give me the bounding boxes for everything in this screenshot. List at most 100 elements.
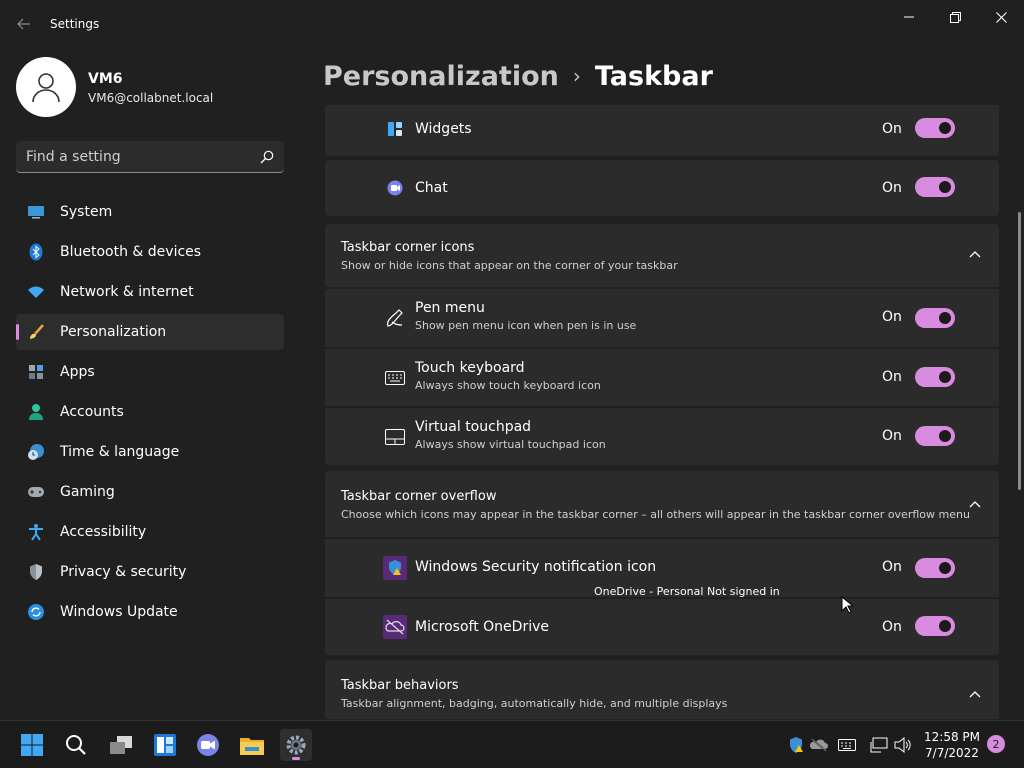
avatar[interactable]	[16, 57, 76, 117]
notification-badge[interactable]: 2	[987, 735, 1005, 753]
brush-icon	[26, 322, 46, 342]
touchpad-icon	[383, 425, 407, 449]
app-title: Settings	[50, 17, 100, 31]
corner-overflow-desc: Choose which icons may appear in the tas…	[341, 508, 970, 521]
search-input[interactable]	[16, 148, 246, 165]
virtual-touchpad-label: Virtual touchpad	[415, 419, 532, 435]
sidebar-item-accessibility[interactable]: Accessibility	[16, 514, 284, 550]
sidebar-item-label: Personalization	[60, 324, 167, 340]
sidebar-item-network[interactable]: Network & internet	[16, 274, 284, 310]
monitor-icon	[26, 202, 46, 222]
update-icon	[26, 602, 46, 622]
sidebar-nav: System Bluetooth & devices Network & int…	[16, 194, 284, 634]
sidebar-item-gaming[interactable]: Gaming	[16, 474, 284, 510]
onedrive-label: Microsoft OneDrive	[415, 619, 549, 635]
sidebar-item-system[interactable]: System	[16, 194, 284, 230]
start-button[interactable]	[16, 729, 48, 761]
user-name: VM6	[88, 71, 123, 87]
settings-app-button[interactable]	[280, 729, 312, 761]
chat-label: Chat	[415, 180, 448, 196]
search-icon[interactable]	[260, 149, 274, 168]
person-icon	[26, 402, 46, 422]
search-box[interactable]	[16, 141, 284, 173]
taskbar-search-button[interactable]	[60, 729, 92, 761]
widgets-label: Widgets	[415, 121, 472, 137]
sidebar-item-label: Network & internet	[60, 284, 194, 300]
corner-icons-desc: Show or hide icons that appear on the co…	[341, 259, 678, 272]
onedrive-toggle[interactable]	[915, 616, 955, 636]
setting-row-chat: Chat On	[325, 160, 999, 216]
touch-keyboard-tray-icon[interactable]	[837, 735, 857, 755]
chevron-up-icon[interactable]	[965, 494, 985, 514]
page-title: Taskbar	[594, 60, 713, 92]
widgets-icon	[383, 117, 407, 141]
virtual-touchpad-toggle[interactable]	[915, 426, 955, 446]
chat-toggle[interactable]	[915, 177, 955, 197]
close-button[interactable]	[978, 4, 1024, 30]
sidebar-item-personalization[interactable]: Personalization	[16, 314, 284, 350]
restore-icon	[949, 11, 961, 23]
sidebar-item-time-language[interactable]: Time & language	[16, 434, 284, 470]
windows-security-label: Windows Security notification icon	[415, 559, 657, 575]
sidebar-item-label: Privacy & security	[60, 564, 187, 580]
folder-icon	[240, 738, 264, 755]
onedrive-icon	[383, 615, 407, 639]
sidebar-item-label: System	[60, 204, 113, 220]
search-icon	[66, 735, 86, 755]
taskbar-clock[interactable]: 12:58 PM 7/7/2022	[922, 729, 982, 761]
gear-icon	[286, 735, 306, 755]
corner-icons-header[interactable]: Taskbar corner icons Show or hide icons …	[325, 224, 999, 287]
user-avatar-icon	[32, 73, 60, 103]
onedrive-tray-icon[interactable]	[809, 735, 829, 755]
touch-keyboard-toggle[interactable]	[915, 367, 955, 387]
breadcrumb-separator: ›	[572, 64, 581, 88]
sidebar-item-bluetooth[interactable]: Bluetooth & devices	[16, 234, 284, 270]
sidebar-item-windows-update[interactable]: Windows Update	[16, 594, 284, 630]
sidebar-item-accounts[interactable]: Accounts	[16, 394, 284, 430]
network-tray-icon[interactable]	[869, 735, 889, 755]
corner-overflow-header[interactable]: Taskbar corner overflow Choose which ico…	[325, 471, 999, 537]
volume-icon[interactable]	[893, 735, 913, 755]
chevron-up-icon[interactable]	[965, 684, 985, 704]
gamepad-icon	[26, 482, 46, 502]
corner-overflow-title: Taskbar corner overflow	[341, 489, 497, 504]
scrollbar[interactable]	[1018, 212, 1021, 490]
pen-icon	[383, 306, 407, 330]
widgets-button[interactable]	[149, 729, 181, 761]
minimize-button[interactable]	[886, 4, 932, 30]
bluetooth-icon	[26, 242, 46, 262]
sidebar-item-label: Bluetooth & devices	[60, 244, 202, 260]
title-bar: Settings	[0, 0, 1024, 48]
accessibility-icon	[26, 522, 46, 542]
sidebar-item-label: Gaming	[60, 484, 115, 500]
apps-icon	[26, 362, 46, 382]
chat-state: On	[882, 180, 902, 196]
onedrive-state: On	[882, 619, 902, 635]
clock-time: 12:58 PM	[924, 730, 980, 744]
sidebar-item-label: Accounts	[60, 404, 124, 420]
mouse-cursor-icon	[841, 595, 855, 618]
windows-security-toggle[interactable]	[915, 558, 955, 578]
chat-button[interactable]	[192, 729, 224, 761]
back-button[interactable]	[12, 12, 36, 36]
sidebar-item-label: Time & language	[60, 444, 180, 460]
windows-security-icon	[383, 556, 407, 580]
sidebar-item-privacy[interactable]: Privacy & security	[16, 554, 284, 590]
close-icon	[995, 11, 1007, 23]
widgets-toggle[interactable]	[915, 118, 955, 138]
sidebar-item-apps[interactable]: Apps	[16, 354, 284, 390]
pen-menu-toggle[interactable]	[915, 308, 955, 328]
virtual-touchpad-desc: Always show virtual touchpad icon	[415, 438, 606, 451]
chevron-up-icon[interactable]	[965, 244, 985, 264]
clock-date: 7/7/2022	[925, 746, 979, 760]
file-explorer-button[interactable]	[236, 729, 268, 761]
restore-button[interactable]	[932, 4, 978, 30]
task-view-button[interactable]	[105, 729, 137, 761]
setting-row-widgets: Widgets On	[325, 105, 999, 156]
taskbar: 12:58 PM 7/7/2022 2	[0, 720, 1024, 768]
breadcrumb-parent[interactable]: Personalization	[323, 61, 559, 92]
windows-security-tray-icon[interactable]	[786, 735, 806, 755]
sidebar-item-label: Apps	[60, 364, 95, 380]
behaviors-header[interactable]: Taskbar behaviors Taskbar alignment, bad…	[325, 660, 999, 719]
windows-security-state: On	[882, 559, 902, 575]
